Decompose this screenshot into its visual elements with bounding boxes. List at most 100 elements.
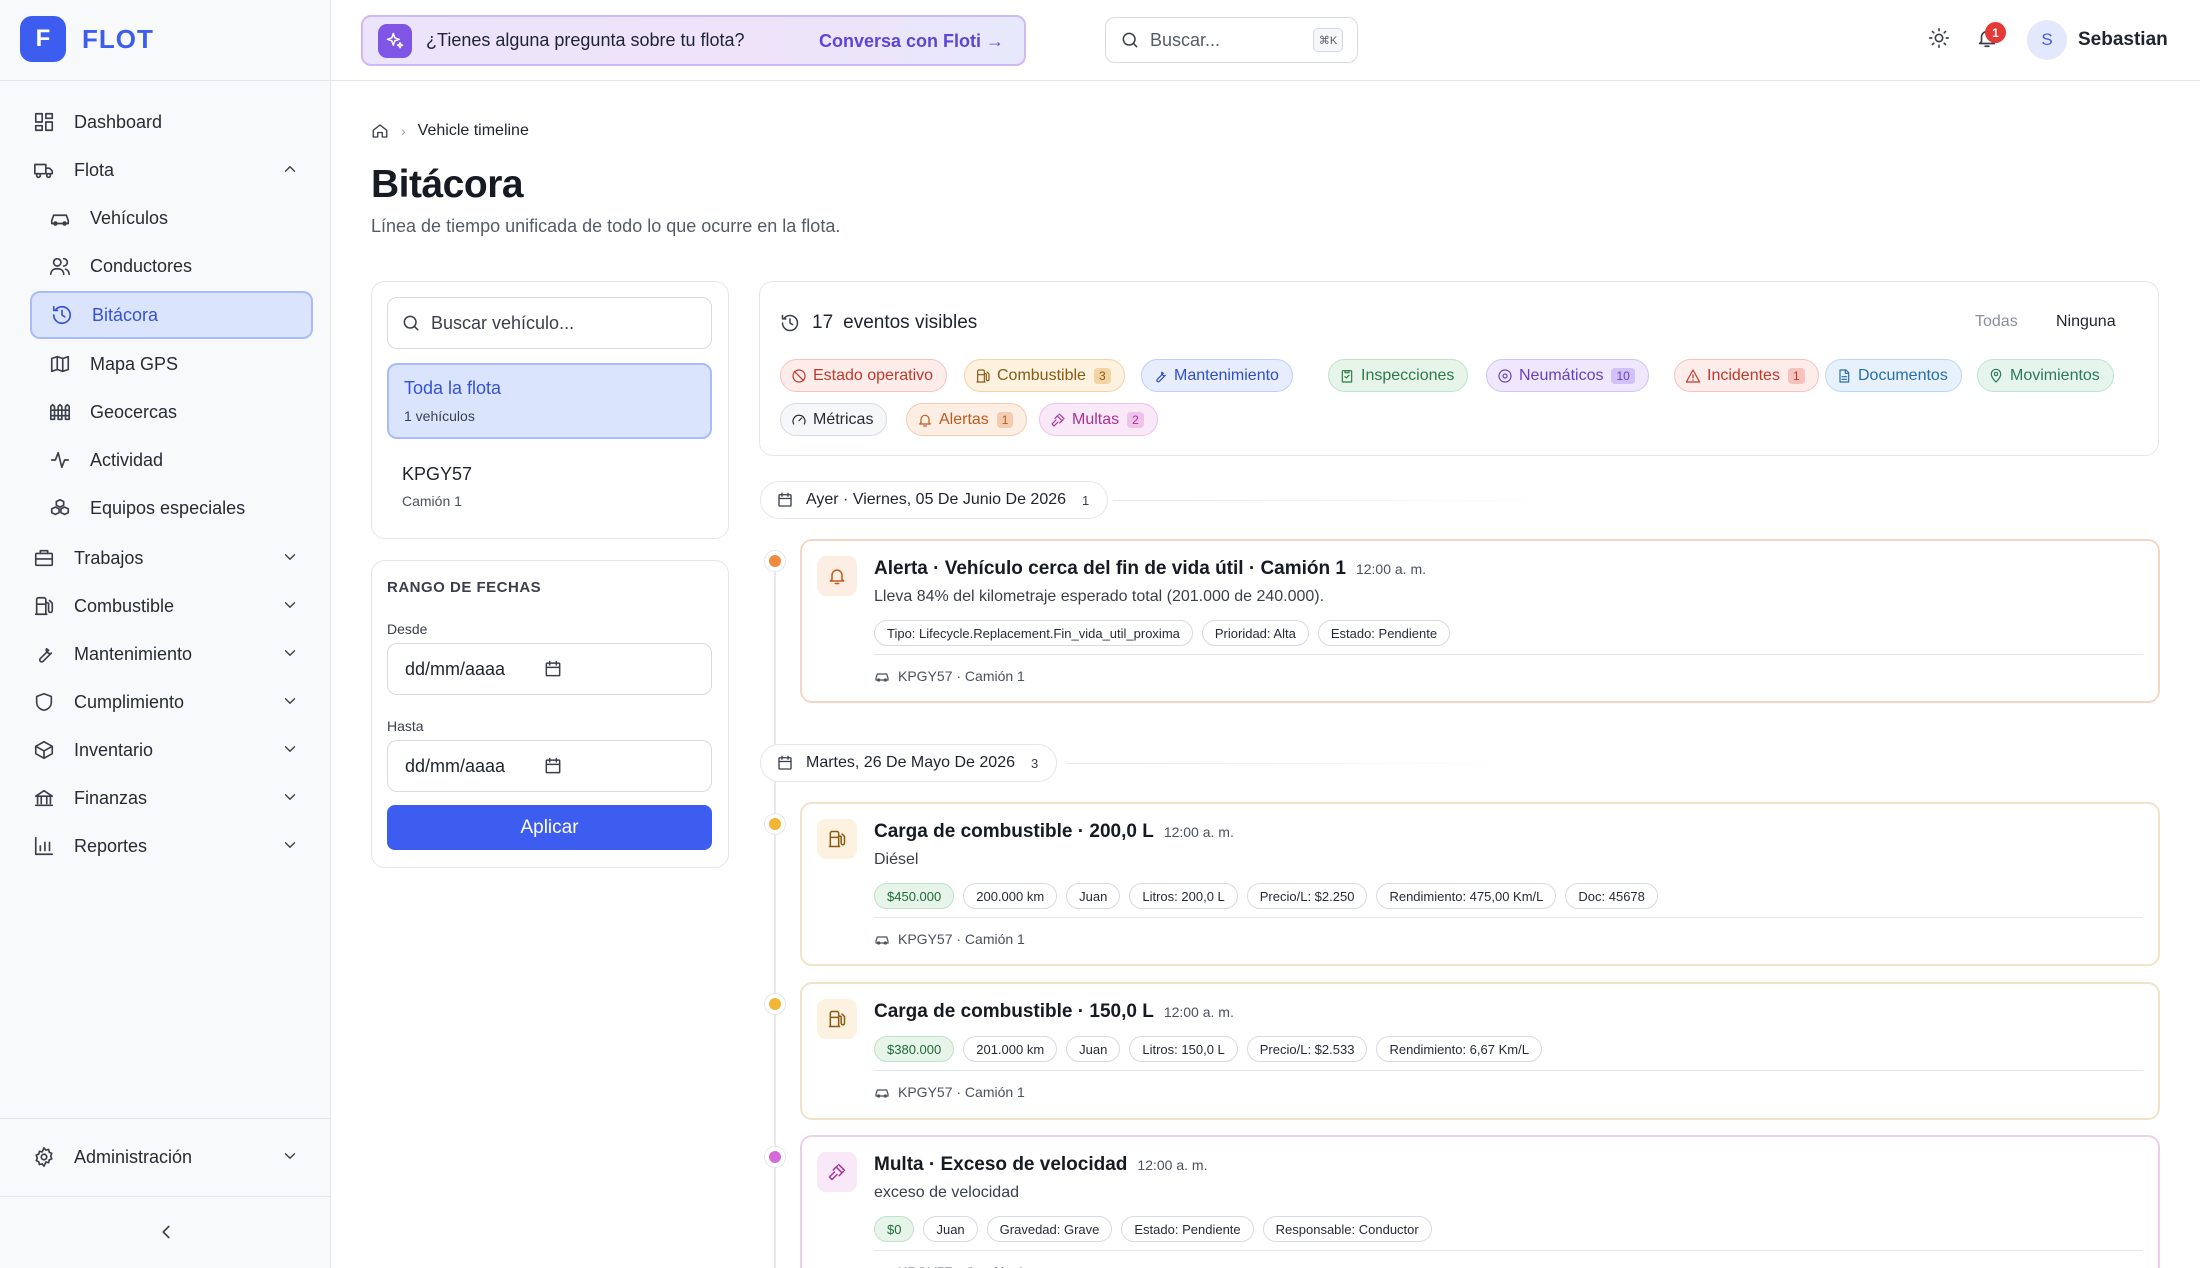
filter-chip-count: 10 [1611, 367, 1635, 384]
filter-chip-multas[interactable]: Multas 2 [1039, 403, 1158, 436]
sidebar-item-label: Reportes [74, 835, 148, 856]
filter-chip-documentos[interactable]: Documentos [1825, 359, 1962, 392]
vehicle-search-input[interactable]: Buscar vehículo... [387, 297, 712, 349]
home-icon[interactable] [371, 122, 389, 140]
sidebar-item-actividad[interactable]: Actividad [30, 436, 313, 484]
page-title: Bitácora [371, 163, 524, 206]
event-time: 12:00 a. m. [1163, 824, 1234, 840]
chevron-down-icon [284, 746, 296, 752]
event-vehicle[interactable]: KPGY57 · Camión 1 [874, 1084, 1025, 1100]
user-name[interactable]: Sebastian [2078, 29, 2168, 51]
chevron-down-icon [284, 554, 296, 560]
ask-floti-banner[interactable]: ¿Tienes alguna pregunta sobre tu flota? … [361, 15, 1026, 66]
event-tag: Juan [1066, 883, 1121, 909]
sidebar-item-combustible[interactable]: Combustible [30, 582, 313, 630]
divider [1066, 763, 1516, 764]
event-vehicle[interactable]: KPGY57 · Camión 1 [874, 931, 1025, 947]
sidebar-item-administracion[interactable]: Administración [30, 1133, 313, 1181]
vehicle-option[interactable]: KPGY57 Camión 1 [402, 464, 472, 509]
from-label: Desde [387, 621, 428, 637]
sidebar-item-vehiculos[interactable]: Vehículos [30, 194, 313, 242]
sidebar-item-geocercas[interactable]: Geocercas [30, 388, 313, 436]
filter-chip-estado-operativo[interactable]: Estado operativo [780, 359, 948, 392]
event-icon [817, 999, 857, 1039]
collapse-sidebar-icon[interactable] [155, 1221, 177, 1243]
apply-button[interactable]: Aplicar [387, 805, 712, 850]
filter-chip-inspecciones[interactable]: Inspecciones [1328, 359, 1469, 392]
car-icon [875, 673, 889, 682]
sidebar-item-conductores[interactable]: Conductores [30, 242, 313, 290]
boxes-icon [50, 498, 70, 516]
sidebar-item-trabajos[interactable]: Trabajos [30, 534, 313, 582]
fleet-all-option[interactable]: Toda la flota 1 vehículos [387, 363, 712, 439]
events-count-label: eventos visibles [843, 312, 978, 333]
search-placeholder: Buscar... [1150, 29, 1221, 50]
sidebar-item-flota[interactable]: Flota [30, 146, 313, 194]
select-all-button[interactable]: Todas [1975, 313, 2018, 331]
avatar[interactable]: S [2027, 20, 2067, 60]
event-tag: Litros: 150,0 L [1129, 1036, 1238, 1062]
bar-chart-icon [34, 836, 54, 856]
sidebar-item-label: Administración [74, 1146, 193, 1167]
filter-chip-neumaticos[interactable]: Neumáticos 10 [1486, 359, 1649, 392]
event-card[interactable]: Carga de combustible · 200,0 L 12:00 a. m… [800, 802, 2160, 966]
event-vehicle[interactable]: KPGY57 · Camión 1 [874, 1264, 1025, 1268]
divider [874, 917, 2143, 918]
date-group-header: Ayer · Viernes, 05 De Junio De 2026 1 [760, 481, 1109, 519]
sidebar-item-finanzas[interactable]: Finanzas [30, 774, 313, 822]
pin-icon [1990, 368, 2002, 383]
to-date-input[interactable]: dd/mm/aaaa [387, 740, 712, 792]
divider [874, 654, 2143, 655]
chat-link[interactable]: Conversa con Floti → [819, 31, 1004, 52]
event-card[interactable]: Multa · Exceso de velocidad 12:00 a. m. ex… [800, 1135, 2160, 1268]
sidebar-item-cumplimiento[interactable]: Cumplimiento [30, 678, 313, 726]
filter-chip-alertas[interactable]: Alertas 1 [906, 403, 1028, 436]
event-vehicle-label: KPGY57 · Camión 1 [898, 668, 1025, 684]
event-tag: Precio/L: $2.533 [1246, 1036, 1368, 1062]
calendar-icon[interactable] [543, 659, 563, 679]
from-date-input[interactable]: dd/mm/aaaa [387, 643, 712, 695]
logo-text: FLOT [82, 23, 154, 54]
sidebar: F FLOT Dashboard Flota Vehículos Conductore… [0, 0, 331, 1268]
truck-icon [34, 163, 54, 179]
theme-toggle-sun-icon[interactable] [1928, 27, 1950, 49]
select-none-button[interactable]: Ninguna [2056, 313, 2116, 331]
sidebar-item-label: Cumplimiento [74, 691, 185, 712]
filter-chip-mantenimiento[interactable]: Mantenimiento [1141, 359, 1293, 392]
filter-chip-metricas[interactable]: Métricas [780, 403, 888, 436]
filter-chip-label: Movimientos [2010, 366, 2100, 384]
filter-chip-movimientos[interactable]: Movimientos [1977, 359, 2114, 392]
timeline-dot [765, 814, 785, 834]
filter-chip-combustible[interactable]: Combustible 3 [964, 359, 1125, 392]
sidebar-item-mapa-gps[interactable]: Mapa GPS [30, 340, 313, 388]
logo[interactable]: F FLOT [20, 16, 154, 62]
divider [0, 1118, 331, 1119]
history-icon [52, 305, 72, 325]
sidebar-item-dashboard[interactable]: Dashboard [30, 98, 313, 146]
car-icon [875, 1089, 889, 1098]
event-icon [817, 1152, 857, 1192]
filter-chip-label: Documentos [1858, 366, 1948, 384]
sidebar-item-inventario[interactable]: Inventario [30, 726, 313, 774]
sidebar-item-mantenimiento[interactable]: Mantenimiento [30, 630, 313, 678]
settings-icon [32, 1145, 56, 1169]
option-subtitle: 1 vehículos [404, 408, 475, 424]
calendar-icon[interactable] [543, 756, 563, 776]
gavel-icon [1051, 412, 1065, 427]
filter-chip-incidentes[interactable]: Incidentes 1 [1674, 359, 1819, 392]
clipboard-icon [1341, 369, 1353, 383]
search-icon [1122, 32, 1138, 48]
global-search-input[interactable]: Buscar... ⌘K [1105, 17, 1358, 63]
event-vehicle[interactable]: KPGY57 · Camión 1 [874, 668, 1025, 684]
sidebar-item-bitacora[interactable]: Bitácora [30, 291, 313, 339]
topbar: ¿Tienes alguna pregunta sobre tu flota? … [331, 0, 2200, 81]
chevron-down-icon [284, 602, 296, 608]
event-title-text: Alerta · Vehículo cerca del fin de vida … [874, 558, 1346, 579]
sidebar-item-reportes[interactable]: Reportes [30, 822, 313, 870]
filter-chip-count: 1 [1787, 367, 1805, 384]
activity-icon [48, 448, 72, 472]
date-placeholder: dd/mm/aaaa [405, 755, 506, 776]
sidebar-item-equipos-especiales[interactable]: Equipos especiales [30, 484, 313, 532]
event-card[interactable]: Alerta · Vehículo cerca del fin de vida … [800, 539, 2160, 703]
event-card[interactable]: Carga de combustible · 150,0 L 12:00 a. m… [800, 982, 2160, 1120]
